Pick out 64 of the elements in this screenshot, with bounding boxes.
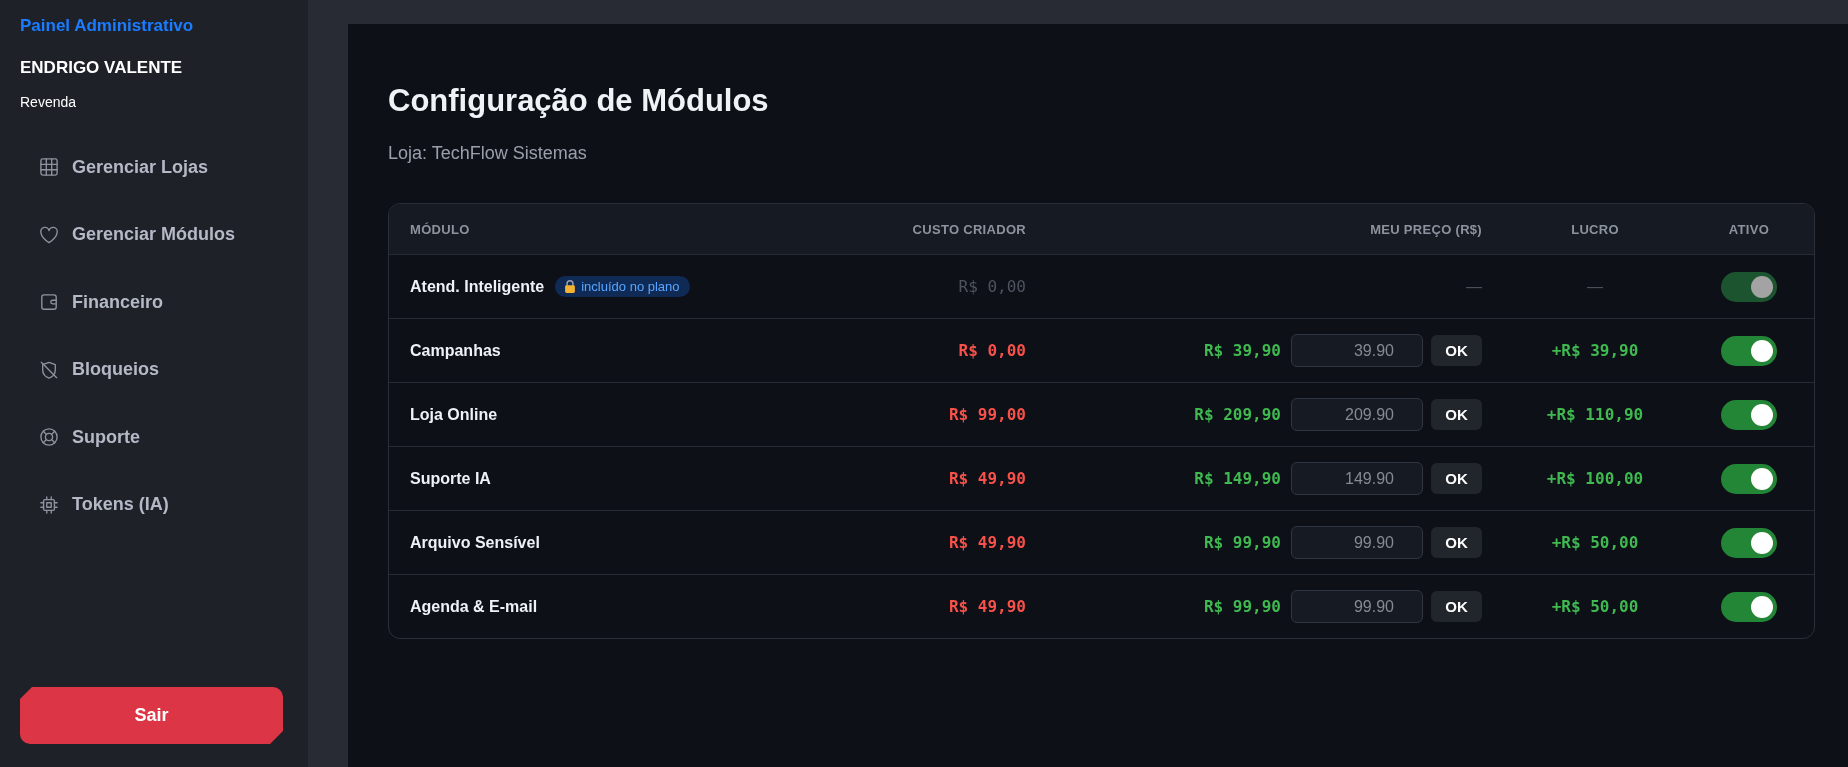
module-name: Atend. Inteligente xyxy=(410,277,545,296)
empty-value: — xyxy=(1587,277,1603,296)
cost-value: R$ 0,00 xyxy=(958,277,1026,296)
profit-value: +R$ 110,90 xyxy=(1546,405,1644,424)
grid-icon xyxy=(40,158,58,176)
price-input[interactable]: 99.90 xyxy=(1291,590,1423,623)
toggle-switch[interactable] xyxy=(1721,527,1777,558)
heart-icon xyxy=(40,225,58,244)
price-value: R$ 149,90 xyxy=(1194,469,1281,488)
module-name: Campanhas xyxy=(410,341,501,360)
user-role: Revenda xyxy=(20,93,77,112)
nav-item[interactable]: Suporte xyxy=(20,415,283,459)
cost-value: R$ 0,00 xyxy=(958,341,1026,360)
price-input[interactable]: 209.90 xyxy=(1291,398,1423,431)
column-header: LUCRO xyxy=(1571,221,1619,237)
price-value: R$ 209,90 xyxy=(1194,405,1281,424)
toggle-switch[interactable] xyxy=(1721,399,1777,430)
cost-value: R$ 49,90 xyxy=(948,597,1026,616)
cost-value: R$ 49,90 xyxy=(948,469,1026,488)
wallet-icon xyxy=(40,293,58,311)
column-header: MÓDULO xyxy=(410,221,470,237)
price-input[interactable]: 39.90 xyxy=(1291,334,1423,367)
included-badge: incluído no plano xyxy=(555,276,690,297)
ok-button[interactable]: OK xyxy=(1431,527,1482,558)
logout-button[interactable]: Sair xyxy=(20,687,283,744)
user-name: ENDRIGO VALENTE xyxy=(20,57,183,79)
app-title: Painel Administrativo xyxy=(20,15,194,37)
price-input[interactable]: 99.90 xyxy=(1291,526,1423,559)
chip-icon xyxy=(40,495,58,514)
column-header: CUSTO CRIADOR xyxy=(912,221,1026,237)
nav-item[interactable]: Tokens (IA) xyxy=(20,482,283,527)
toggle-switch[interactable] xyxy=(1721,463,1777,494)
empty-value: — xyxy=(1466,277,1482,296)
shield-off-icon xyxy=(40,360,58,379)
cost-value: R$ 99,00 xyxy=(948,405,1026,424)
column-header: MEU PREÇO (R$) xyxy=(1370,221,1482,237)
lifebuoy-icon xyxy=(40,428,58,446)
price-value: R$ 39,90 xyxy=(1203,341,1281,360)
nav-item[interactable]: Gerenciar Lojas xyxy=(20,145,283,189)
price-value: R$ 99,90 xyxy=(1203,533,1281,552)
profit-value: +R$ 50,00 xyxy=(1551,533,1639,552)
lock-icon xyxy=(565,280,576,293)
module-name: Agenda & E-mail xyxy=(410,597,538,616)
module-name: Arquivo Sensível xyxy=(410,533,540,552)
ok-button[interactable]: OK xyxy=(1431,591,1482,622)
module-name: Loja Online xyxy=(410,405,498,424)
toggle-switch[interactable] xyxy=(1721,335,1777,366)
cost-value: R$ 49,90 xyxy=(948,533,1026,552)
ok-button[interactable]: OK xyxy=(1431,399,1482,430)
price-value: R$ 99,90 xyxy=(1203,597,1281,616)
profit-value: +R$ 50,00 xyxy=(1551,597,1639,616)
store-subtitle: Loja: TechFlow Sistemas xyxy=(388,142,587,165)
ok-button[interactable]: OK xyxy=(1431,463,1482,494)
column-header: ATIVO xyxy=(1728,221,1770,237)
module-name: Suporte IA xyxy=(410,469,491,488)
nav-item[interactable]: Financeiro xyxy=(20,280,283,324)
nav-item[interactable]: Bloqueios xyxy=(20,347,283,392)
profit-value: +R$ 100,00 xyxy=(1546,469,1644,488)
price-input[interactable]: 149.90 xyxy=(1291,462,1423,495)
nav-item[interactable]: Gerenciar Módulos xyxy=(20,212,283,257)
profit-value: +R$ 39,90 xyxy=(1551,341,1639,360)
ok-button[interactable]: OK xyxy=(1431,335,1482,366)
toggle-switch[interactable] xyxy=(1721,591,1777,622)
page-title: Configuração de Módulos xyxy=(388,82,769,120)
